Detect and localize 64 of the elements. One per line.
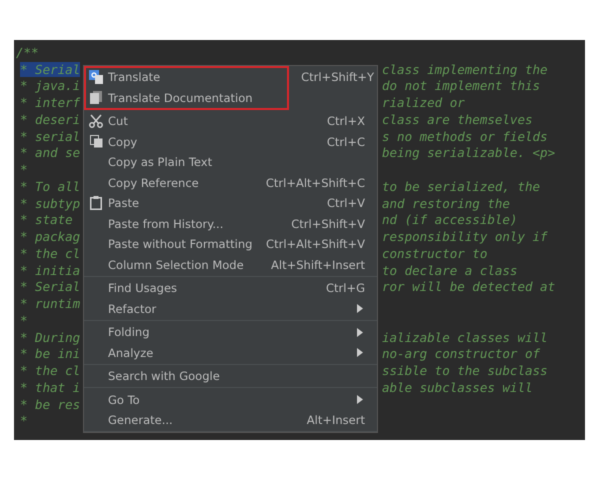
- menu-item[interactable]: Paste Ctrl+V: [84, 192, 377, 214]
- menu-item[interactable]: Folding: [84, 322, 377, 342]
- code-line: * To all: [20, 178, 80, 194]
- code-line: * packag: [20, 229, 80, 244]
- code-line: *: [20, 312, 28, 328]
- submenu-arrow-icon: [357, 304, 363, 313]
- menu-item[interactable]: Analyze: [84, 342, 377, 363]
- code-line: * deseri: [20, 112, 80, 127]
- menu-item[interactable]: Copy Ctrl+C: [84, 131, 377, 152]
- code-line: rialized or: [382, 95, 465, 110]
- menu-item[interactable]: Refactor: [84, 298, 377, 319]
- code-line: * java.i: [20, 78, 80, 94]
- selected-code-text: * Serial: [20, 62, 80, 77]
- code-line: ssible to the subclass: [382, 363, 548, 378]
- menu-item[interactable]: Column Selection Mode Alt+Shift+Insert: [84, 254, 377, 275]
- code-line: * Serial: [20, 279, 80, 294]
- menu-item[interactable]: Paste from History... Ctrl+Shift+V: [84, 213, 377, 234]
- code-line: constructor to: [382, 246, 488, 261]
- code-line: * and se: [20, 145, 80, 160]
- code-line: * serial: [20, 128, 80, 144]
- code-line: ializable classes will: [382, 330, 548, 345]
- menu-item[interactable]: Copy Reference Ctrl+Alt+Shift+C: [84, 172, 377, 193]
- code-line: * the cl: [20, 363, 80, 378]
- translate-icon: [89, 70, 103, 84]
- document-icon: [90, 91, 102, 104]
- menu-item[interactable]: Find Usages Ctrl+G: [84, 278, 377, 298]
- code-line: * interf: [20, 95, 80, 110]
- submenu-arrow-icon: [357, 348, 363, 357]
- submenu-arrow-icon: [357, 395, 363, 404]
- code-line: /**: [16, 44, 39, 60]
- code-line: ror will be detected at: [382, 279, 556, 294]
- copy-icon: [90, 135, 102, 148]
- code-line: * state: [20, 212, 73, 228]
- code-line: do not implement this: [382, 78, 540, 94]
- code-line: s no methods or fields: [382, 128, 548, 144]
- code-line: no-arg constructor of: [382, 346, 540, 362]
- clipboard-icon: [90, 196, 102, 210]
- menu-item[interactable]: Paste without Formatting Ctrl+Alt+Shift+V: [84, 234, 377, 254]
- code-line: *: [20, 162, 28, 178]
- code-line: * subtyp: [20, 196, 80, 211]
- menu-item[interactable]: Copy as Plain Text: [84, 152, 377, 172]
- code-line: * During: [20, 330, 80, 345]
- code-line: nd (if accessible): [382, 212, 518, 228]
- code-line: * runtim: [20, 296, 80, 312]
- menu-item[interactable]: Search with Google: [84, 366, 377, 386]
- menu-item[interactable]: Go To: [84, 389, 377, 410]
- submenu-arrow-icon: [357, 328, 363, 336]
- code-line: * initia: [20, 262, 80, 278]
- code-line: and restoring the: [382, 196, 510, 211]
- code-line: * be ini: [20, 346, 80, 362]
- code-line: * that i: [20, 380, 80, 395]
- code-line: to be serialized, the: [382, 178, 540, 194]
- code-line: responsibility only if: [382, 229, 548, 244]
- code-line: *: [20, 413, 28, 428]
- scissors-icon: [89, 114, 103, 128]
- menu-item[interactable]: Cut Ctrl+X: [84, 110, 377, 132]
- code-line: * be res: [20, 396, 80, 412]
- menu-item[interactable]: Generate... Alt+Insert: [84, 410, 377, 430]
- code-line: able subclasses will: [382, 380, 533, 395]
- code-line: to declare a class: [382, 262, 518, 278]
- code-line: being serializable. <p>: [382, 145, 556, 160]
- code-line: * the cl: [20, 246, 80, 261]
- code-line: class implementing the: [382, 62, 548, 77]
- code-line: class are themselves: [382, 112, 533, 127]
